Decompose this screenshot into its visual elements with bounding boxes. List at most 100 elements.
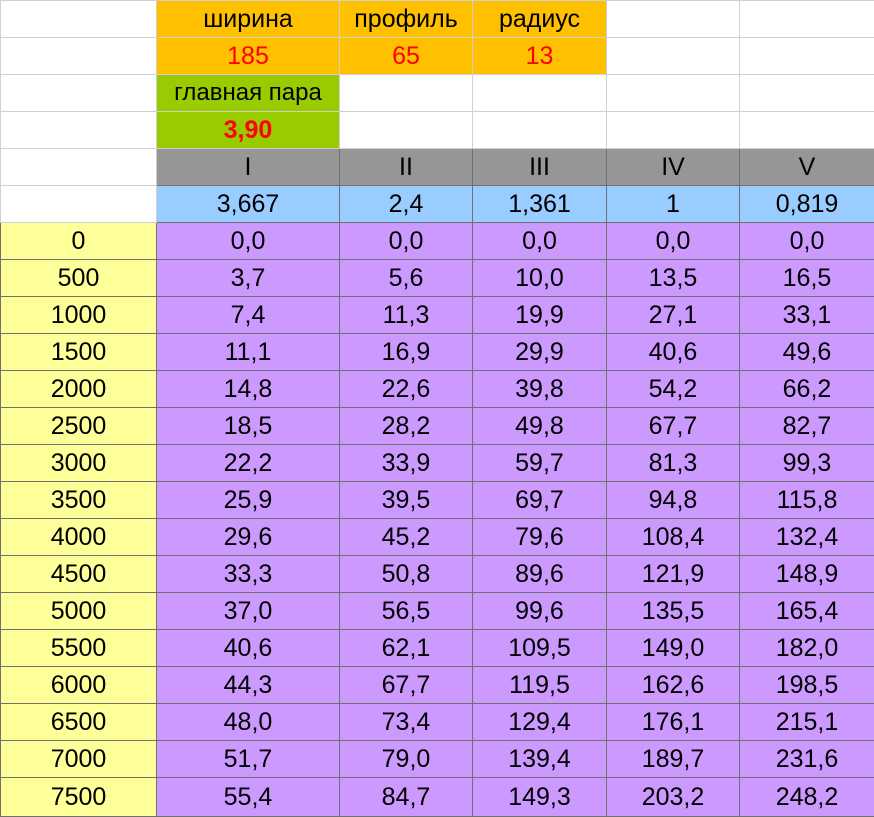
- speed-cell[interactable]: 37,0: [157, 593, 340, 630]
- speed-cell[interactable]: 49,8: [473, 408, 607, 445]
- speed-cell[interactable]: 0,0: [740, 223, 874, 260]
- speed-cell[interactable]: 19,9: [473, 297, 607, 334]
- speed-cell[interactable]: 28,2: [340, 408, 473, 445]
- empty-cell[interactable]: [607, 112, 740, 149]
- gear-ratio-cell[interactable]: 1: [607, 186, 740, 223]
- empty-cell[interactable]: [340, 75, 473, 112]
- speed-cell[interactable]: 18,5: [157, 408, 340, 445]
- speed-cell[interactable]: 33,1: [740, 297, 874, 334]
- rpm-cell[interactable]: 5000: [1, 593, 157, 630]
- gear-name-cell[interactable]: III: [473, 149, 607, 186]
- empty-cell[interactable]: [740, 38, 874, 75]
- speed-cell[interactable]: 39,8: [473, 371, 607, 408]
- speed-cell[interactable]: 203,2: [607, 778, 740, 817]
- speed-cell[interactable]: 45,2: [340, 519, 473, 556]
- gear-ratio-cell[interactable]: 0,819: [740, 186, 874, 223]
- speed-cell[interactable]: 16,9: [340, 334, 473, 371]
- speed-cell[interactable]: 59,7: [473, 445, 607, 482]
- gear-name-cell[interactable]: IV: [607, 149, 740, 186]
- speed-cell[interactable]: 109,5: [473, 630, 607, 667]
- speed-cell[interactable]: 40,6: [607, 334, 740, 371]
- speed-cell[interactable]: 139,4: [473, 741, 607, 778]
- empty-cell[interactable]: [740, 75, 874, 112]
- speed-cell[interactable]: 132,4: [740, 519, 874, 556]
- rpm-cell[interactable]: 1000: [1, 297, 157, 334]
- speed-cell[interactable]: 121,9: [607, 556, 740, 593]
- rpm-cell[interactable]: 6500: [1, 704, 157, 741]
- empty-cell[interactable]: [1, 1, 157, 38]
- rpm-cell[interactable]: 500: [1, 260, 157, 297]
- speed-cell[interactable]: 119,5: [473, 667, 607, 704]
- speed-cell[interactable]: 81,3: [607, 445, 740, 482]
- profile-value-cell[interactable]: 65: [340, 38, 473, 75]
- rpm-cell[interactable]: 0: [1, 223, 157, 260]
- speed-cell[interactable]: 108,4: [607, 519, 740, 556]
- empty-cell[interactable]: [1, 38, 157, 75]
- speed-cell[interactable]: 0,0: [157, 223, 340, 260]
- speed-cell[interactable]: 149,0: [607, 630, 740, 667]
- rpm-cell[interactable]: 1500: [1, 334, 157, 371]
- speed-cell[interactable]: 129,4: [473, 704, 607, 741]
- speed-cell[interactable]: 10,0: [473, 260, 607, 297]
- rpm-cell[interactable]: 6000: [1, 667, 157, 704]
- speed-cell[interactable]: 40,6: [157, 630, 340, 667]
- speed-cell[interactable]: 11,1: [157, 334, 340, 371]
- width-value-cell[interactable]: 185: [157, 38, 340, 75]
- speed-cell[interactable]: 67,7: [340, 667, 473, 704]
- speed-cell[interactable]: 176,1: [607, 704, 740, 741]
- speed-cell[interactable]: 0,0: [473, 223, 607, 260]
- speed-cell[interactable]: 33,3: [157, 556, 340, 593]
- empty-cell[interactable]: [1, 112, 157, 149]
- empty-cell[interactable]: [473, 112, 607, 149]
- speed-cell[interactable]: 0,0: [340, 223, 473, 260]
- rpm-cell[interactable]: 5500: [1, 630, 157, 667]
- speed-cell[interactable]: 29,6: [157, 519, 340, 556]
- speed-cell[interactable]: 3,7: [157, 260, 340, 297]
- rpm-cell[interactable]: 7000: [1, 741, 157, 778]
- speed-cell[interactable]: 7,4: [157, 297, 340, 334]
- main-pair-label-cell[interactable]: главная пара: [157, 75, 340, 112]
- speed-cell[interactable]: 39,5: [340, 482, 473, 519]
- speed-cell[interactable]: 50,8: [340, 556, 473, 593]
- speed-cell[interactable]: 62,1: [340, 630, 473, 667]
- speed-cell[interactable]: 13,5: [607, 260, 740, 297]
- speed-cell[interactable]: 0,0: [607, 223, 740, 260]
- speed-cell[interactable]: 44,3: [157, 667, 340, 704]
- speed-cell[interactable]: 5,6: [340, 260, 473, 297]
- speed-cell[interactable]: 27,1: [607, 297, 740, 334]
- speed-cell[interactable]: 33,9: [340, 445, 473, 482]
- speed-cell[interactable]: 189,7: [607, 741, 740, 778]
- speed-cell[interactable]: 66,2: [740, 371, 874, 408]
- speed-cell[interactable]: 22,6: [340, 371, 473, 408]
- speed-cell[interactable]: 231,6: [740, 741, 874, 778]
- gear-ratio-cell[interactable]: 2,4: [340, 186, 473, 223]
- speed-cell[interactable]: 73,4: [340, 704, 473, 741]
- speed-cell[interactable]: 49,6: [740, 334, 874, 371]
- speed-cell[interactable]: 94,8: [607, 482, 740, 519]
- empty-cell[interactable]: [340, 112, 473, 149]
- gear-name-cell[interactable]: II: [340, 149, 473, 186]
- empty-cell[interactable]: [607, 1, 740, 38]
- empty-cell[interactable]: [607, 38, 740, 75]
- rpm-cell[interactable]: 2000: [1, 371, 157, 408]
- empty-cell[interactable]: [1, 75, 157, 112]
- speed-cell[interactable]: 162,6: [607, 667, 740, 704]
- speed-cell[interactable]: 115,8: [740, 482, 874, 519]
- speed-cell[interactable]: 16,5: [740, 260, 874, 297]
- speed-cell[interactable]: 54,2: [607, 371, 740, 408]
- speed-cell[interactable]: 198,5: [740, 667, 874, 704]
- radius-value-cell[interactable]: 13: [473, 38, 607, 75]
- empty-cell[interactable]: [607, 75, 740, 112]
- radius-label-cell[interactable]: радиус: [473, 1, 607, 38]
- profile-label-cell[interactable]: профиль: [340, 1, 473, 38]
- rpm-cell[interactable]: 7500: [1, 778, 157, 817]
- gear-ratio-cell[interactable]: 1,361: [473, 186, 607, 223]
- speed-cell[interactable]: 215,1: [740, 704, 874, 741]
- speed-cell[interactable]: 25,9: [157, 482, 340, 519]
- rpm-cell[interactable]: 4000: [1, 519, 157, 556]
- speed-cell[interactable]: 79,6: [473, 519, 607, 556]
- rpm-cell[interactable]: 3000: [1, 445, 157, 482]
- speed-cell[interactable]: 148,9: [740, 556, 874, 593]
- speed-cell[interactable]: 248,2: [740, 778, 874, 817]
- speed-cell[interactable]: 99,6: [473, 593, 607, 630]
